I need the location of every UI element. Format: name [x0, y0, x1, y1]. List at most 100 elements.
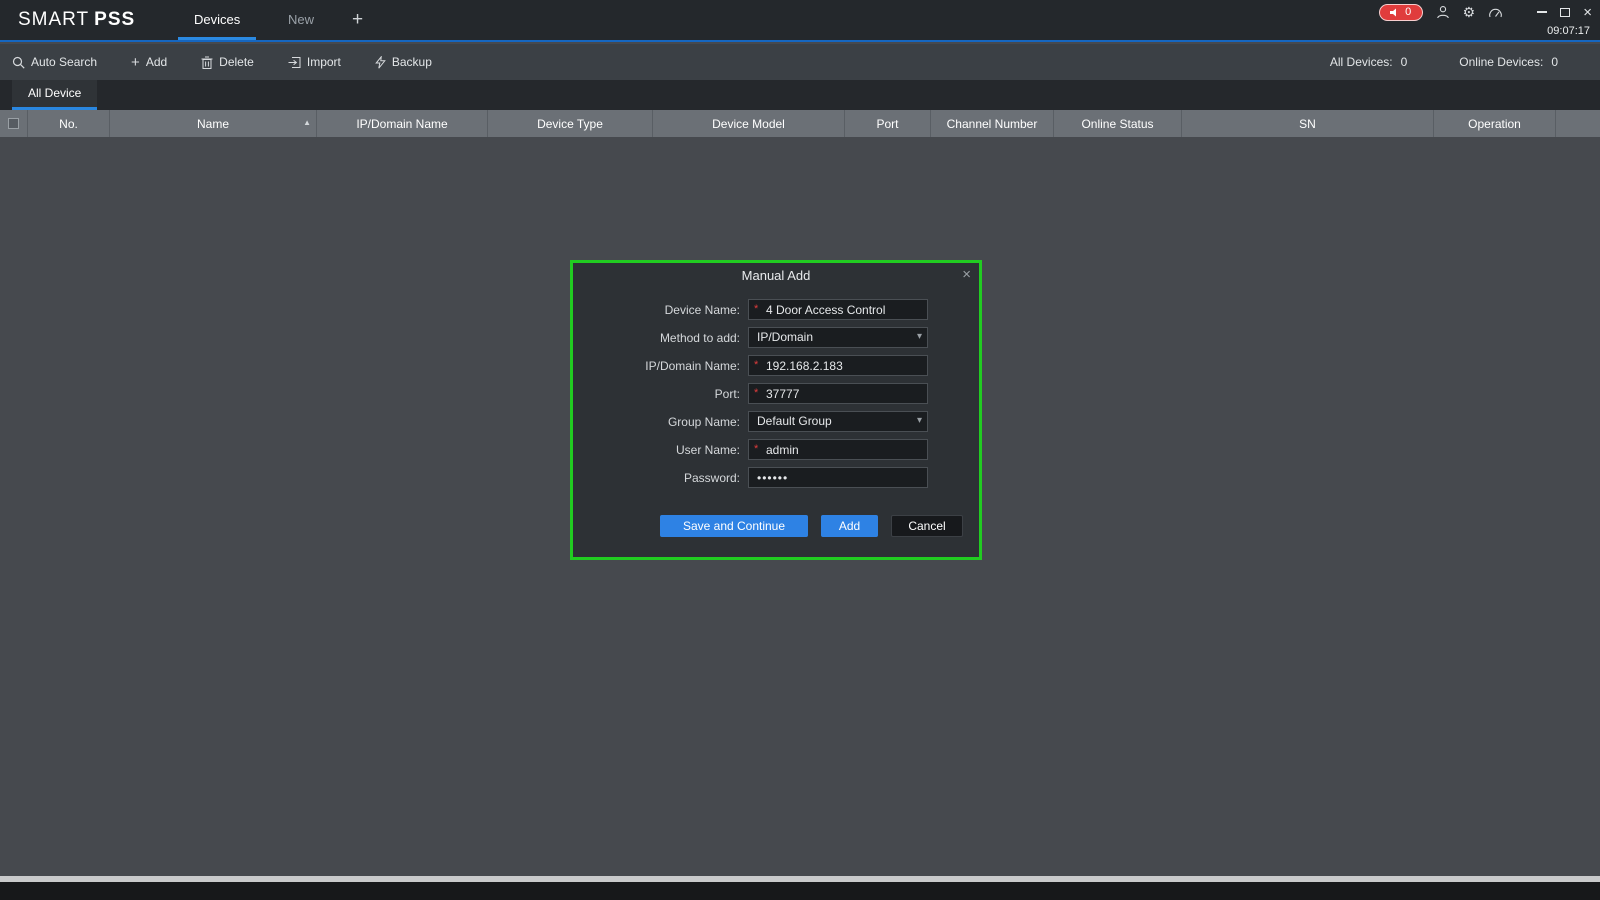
alarm-badge[interactable]: 0: [1379, 4, 1423, 21]
password-row: Password:: [573, 467, 979, 488]
tab-all-device-label: All Device: [28, 86, 81, 100]
chevron-down-icon: ▾: [917, 332, 922, 342]
device-name-field-wrap: *: [748, 299, 928, 320]
method-select[interactable]: IP/Domain ▾: [748, 327, 928, 348]
ip-domain-row: IP/Domain Name: *: [573, 355, 979, 376]
add-label: Add: [146, 55, 167, 69]
ip-domain-input[interactable]: [749, 356, 927, 375]
user-icon[interactable]: [1436, 5, 1450, 19]
port-label: Port:: [573, 387, 740, 401]
save-and-continue-button[interactable]: Save and Continue: [660, 515, 808, 537]
col-operation[interactable]: Operation: [1434, 110, 1556, 137]
method-row: Method to add: IP/Domain ▾: [573, 327, 979, 348]
import-button[interactable]: Import: [288, 55, 341, 69]
speaker-icon: [1390, 8, 1400, 17]
device-counts: All Devices: 0 Online Devices: 0: [1330, 55, 1588, 69]
tab-new-label: New: [288, 12, 314, 27]
col-device-model[interactable]: Device Model: [653, 110, 845, 137]
col-online-status[interactable]: Online Status: [1054, 110, 1182, 137]
bottom-strip-dark: [0, 882, 1600, 900]
user-name-field-wrap: *: [748, 439, 928, 460]
device-name-label: Device Name:: [573, 303, 740, 317]
group-label: Group Name:: [573, 415, 740, 429]
device-tabstrip: All Device: [0, 80, 1600, 110]
header-filler: [1556, 110, 1600, 137]
select-all-cell: [0, 110, 28, 137]
titlebar-icons: 0 ⚙ ×: [1379, 3, 1592, 21]
trash-icon: [201, 56, 213, 69]
dialog-close-icon[interactable]: ×: [962, 267, 971, 282]
tab-new[interactable]: New: [272, 0, 330, 40]
add-device-button[interactable]: + Add: [131, 55, 167, 70]
user-name-row: User Name: *: [573, 439, 979, 460]
method-select-value: IP/Domain: [749, 328, 927, 347]
user-name-label: User Name:: [573, 443, 740, 457]
maximize-icon[interactable]: [1560, 8, 1570, 17]
ip-domain-field-wrap: *: [748, 355, 928, 376]
required-marker: *: [754, 304, 758, 315]
new-tab-button[interactable]: +: [342, 0, 373, 40]
port-field-wrap: *: [748, 383, 928, 404]
user-name-input[interactable]: [749, 440, 927, 459]
import-label: Import: [307, 55, 341, 69]
port-input[interactable]: [749, 384, 927, 403]
online-devices-value: 0: [1551, 55, 1558, 69]
device-table-header: No. Name ▲ IP/Domain Name Device Type De…: [0, 110, 1600, 137]
password-input[interactable]: [749, 468, 927, 487]
delete-device-button[interactable]: Delete: [201, 55, 254, 69]
dialog-buttons: Save and Continue Add Cancel: [660, 515, 963, 537]
backup-button[interactable]: Backup: [375, 55, 432, 69]
col-device-type[interactable]: Device Type: [488, 110, 653, 137]
sort-asc-icon[interactable]: ▲: [303, 118, 311, 127]
col-no[interactable]: No.: [28, 110, 110, 137]
search-icon: [12, 56, 25, 69]
password-field-wrap: [748, 467, 928, 488]
gear-icon[interactable]: ⚙: [1463, 5, 1476, 19]
manual-add-form: Device Name: * Method to add: IP/Domain …: [573, 299, 979, 495]
auto-search-button[interactable]: Auto Search: [12, 55, 97, 69]
select-all-checkbox[interactable]: [8, 118, 19, 129]
required-marker: *: [754, 388, 758, 399]
group-row: Group Name: Default Group ▾: [573, 411, 979, 432]
col-ip-domain[interactable]: IP/Domain Name: [317, 110, 488, 137]
group-select[interactable]: Default Group ▾: [748, 411, 928, 432]
add-icon: +: [131, 55, 140, 70]
all-devices-label: All Devices:: [1330, 55, 1393, 69]
titlebar: SMARTPSS Devices New + 0 ⚙ × 09:07:17: [0, 0, 1600, 42]
device-name-input[interactable]: [749, 300, 927, 319]
all-devices-value: 0: [1401, 55, 1408, 69]
backup-icon: [375, 56, 386, 69]
required-marker: *: [754, 360, 758, 371]
backup-label: Backup: [392, 55, 432, 69]
col-channel-number[interactable]: Channel Number: [931, 110, 1054, 137]
close-icon[interactable]: ×: [1583, 5, 1592, 20]
password-label: Password:: [573, 471, 740, 485]
logo-smart: SMART: [18, 9, 89, 30]
tab-all-device[interactable]: All Device: [12, 80, 97, 110]
all-devices-count: All Devices: 0: [1330, 55, 1407, 69]
col-port[interactable]: Port: [845, 110, 931, 137]
logo-pss: PSS: [94, 9, 135, 30]
tab-devices[interactable]: Devices: [178, 0, 256, 40]
device-toolbar: Auto Search + Add Delete Import Backup A…: [0, 44, 1600, 80]
ip-domain-label: IP/Domain Name:: [573, 359, 740, 373]
plus-icon: +: [352, 9, 363, 30]
add-button[interactable]: Add: [821, 515, 878, 537]
dialog-title: Manual Add: [573, 263, 979, 289]
cancel-button[interactable]: Cancel: [891, 515, 963, 537]
device-name-row: Device Name: *: [573, 299, 979, 320]
dashboard-icon[interactable]: [1488, 6, 1503, 19]
tab-devices-label: Devices: [194, 12, 240, 27]
chevron-down-icon: ▾: [917, 416, 922, 426]
online-devices-label: Online Devices:: [1459, 55, 1543, 69]
col-sn[interactable]: SN: [1182, 110, 1434, 137]
required-marker: *: [754, 444, 758, 455]
clock: 09:07:17: [1547, 25, 1590, 37]
port-row: Port: *: [573, 383, 979, 404]
minimize-icon[interactable]: [1537, 11, 1547, 13]
col-name[interactable]: Name ▲: [110, 110, 317, 137]
online-devices-count: Online Devices: 0: [1459, 55, 1558, 69]
import-icon: [288, 56, 301, 69]
app-logo: SMARTPSS: [18, 9, 135, 31]
col-name-label: Name: [197, 117, 229, 131]
